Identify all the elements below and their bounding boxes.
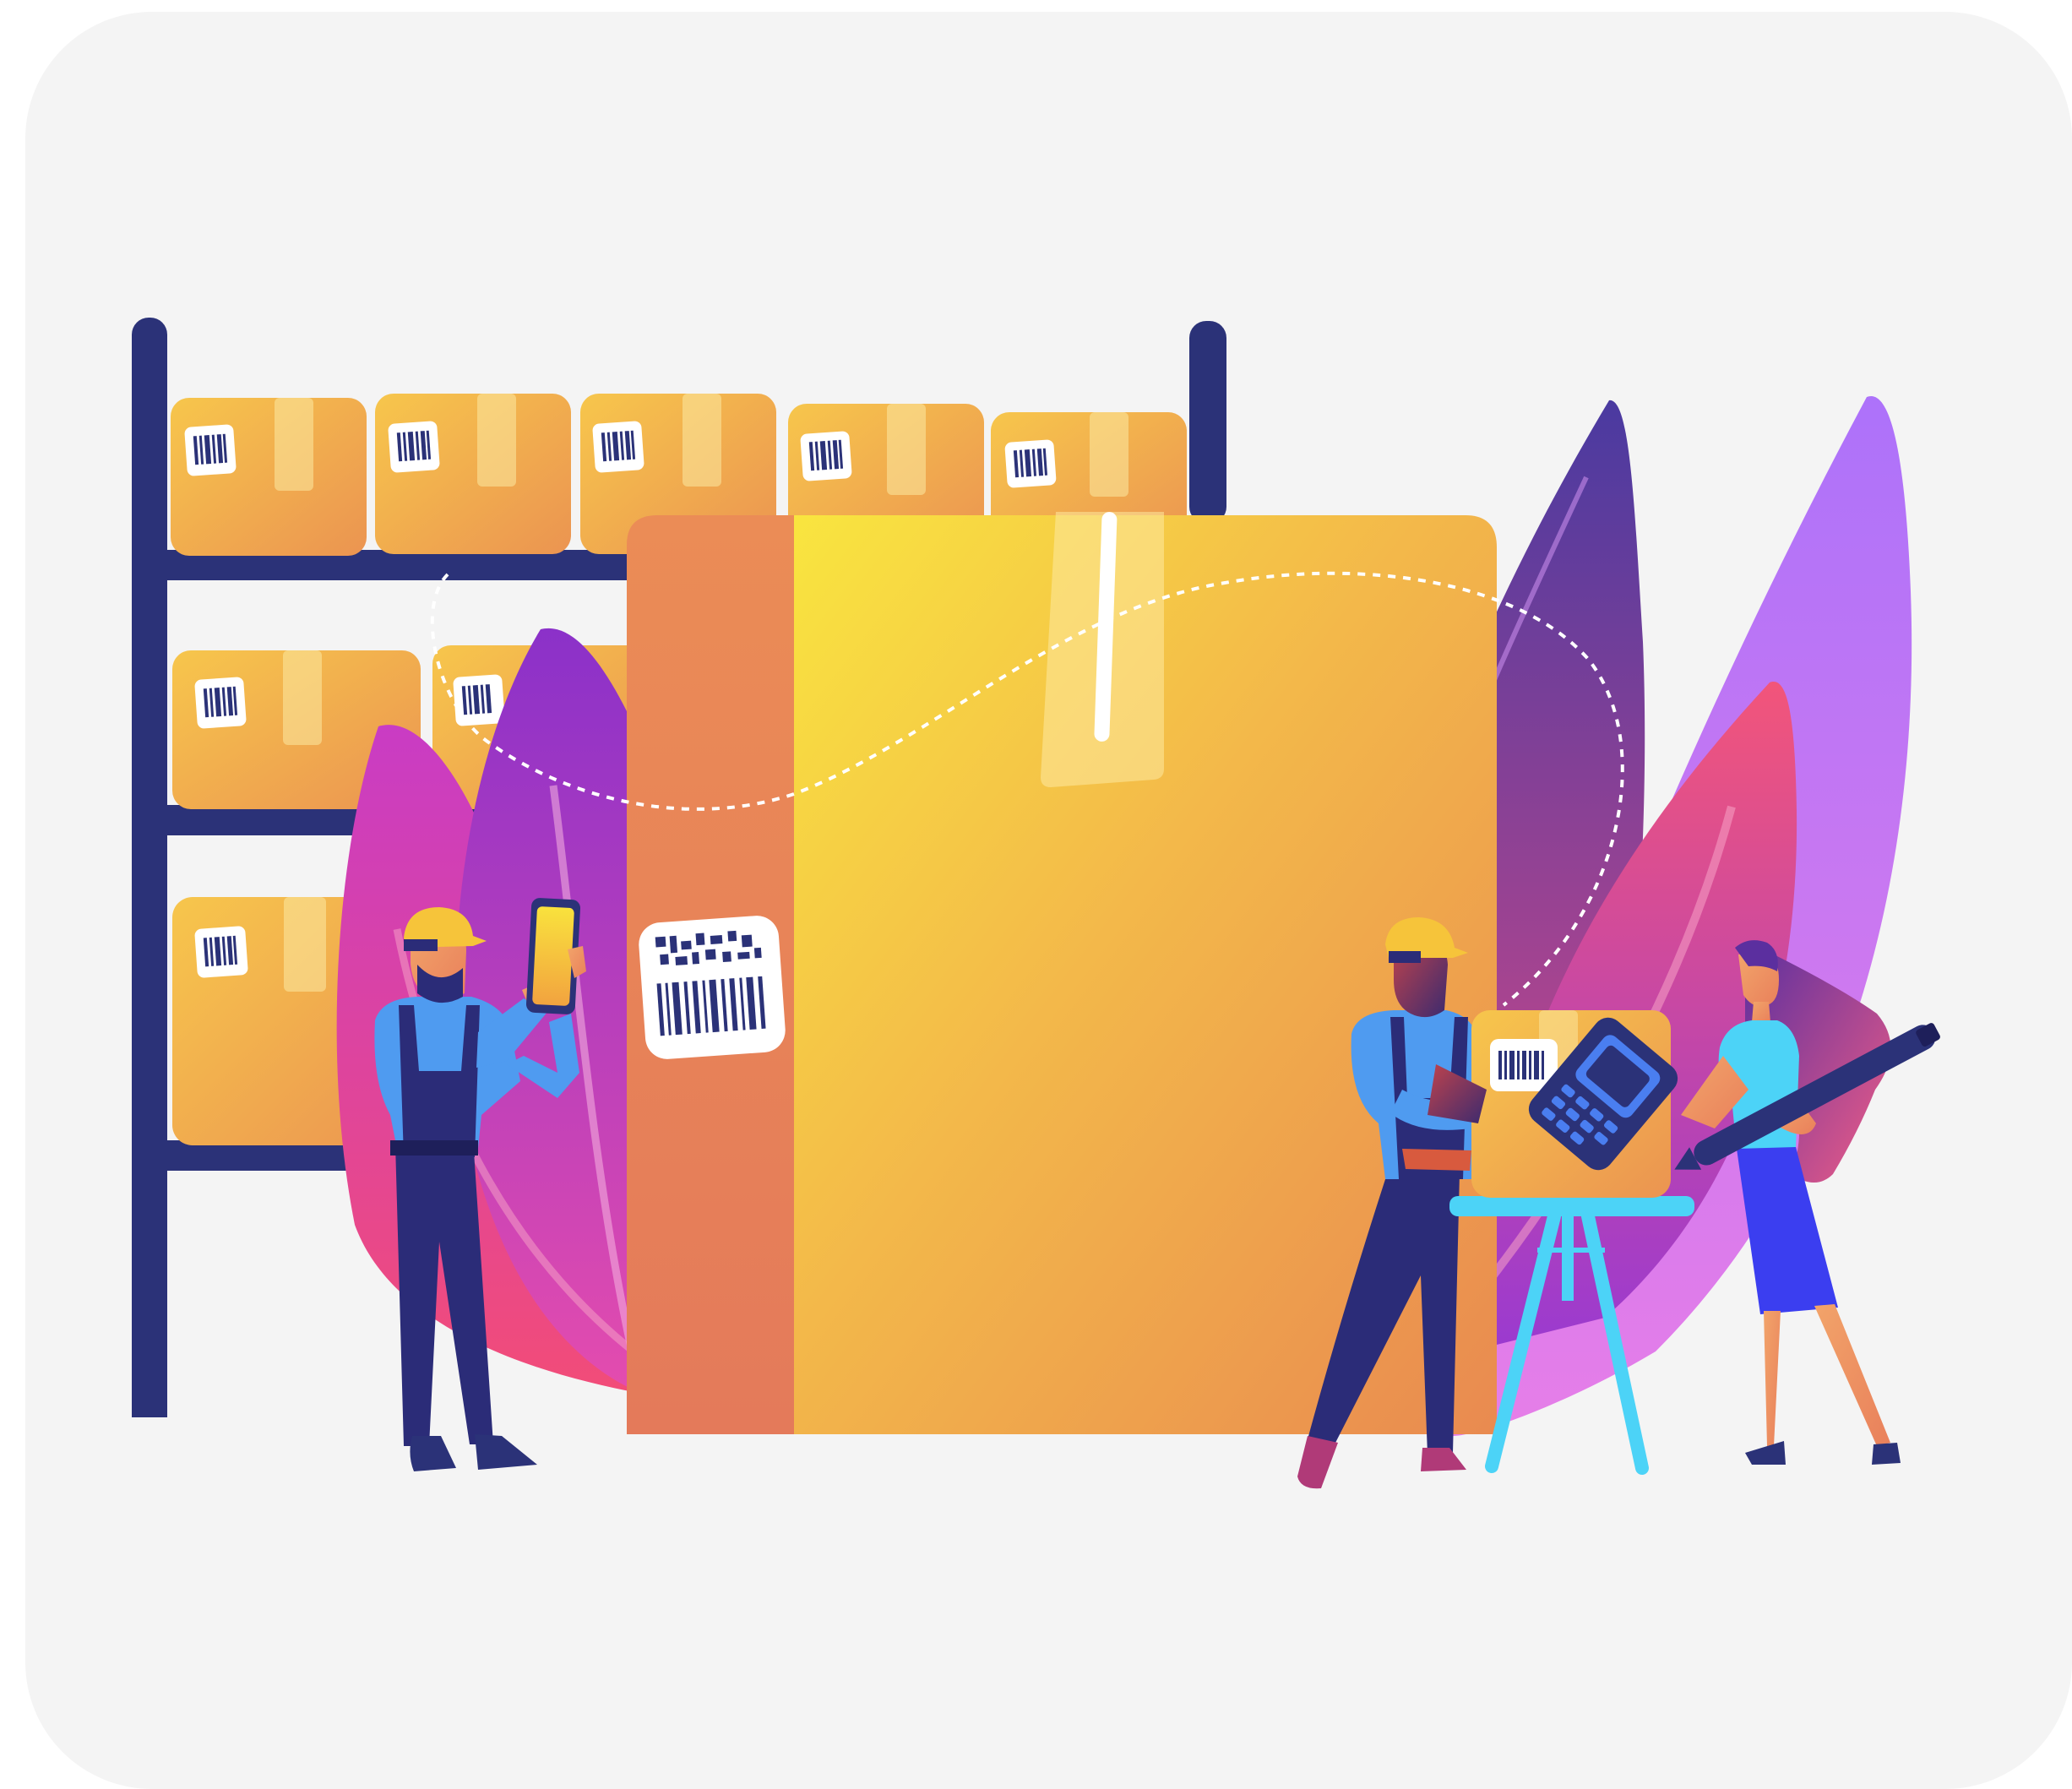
illustration [132,318,1940,1489]
qr-code-icon [639,916,786,1059]
shelf-box [375,394,571,554]
shelf-box [171,398,367,556]
